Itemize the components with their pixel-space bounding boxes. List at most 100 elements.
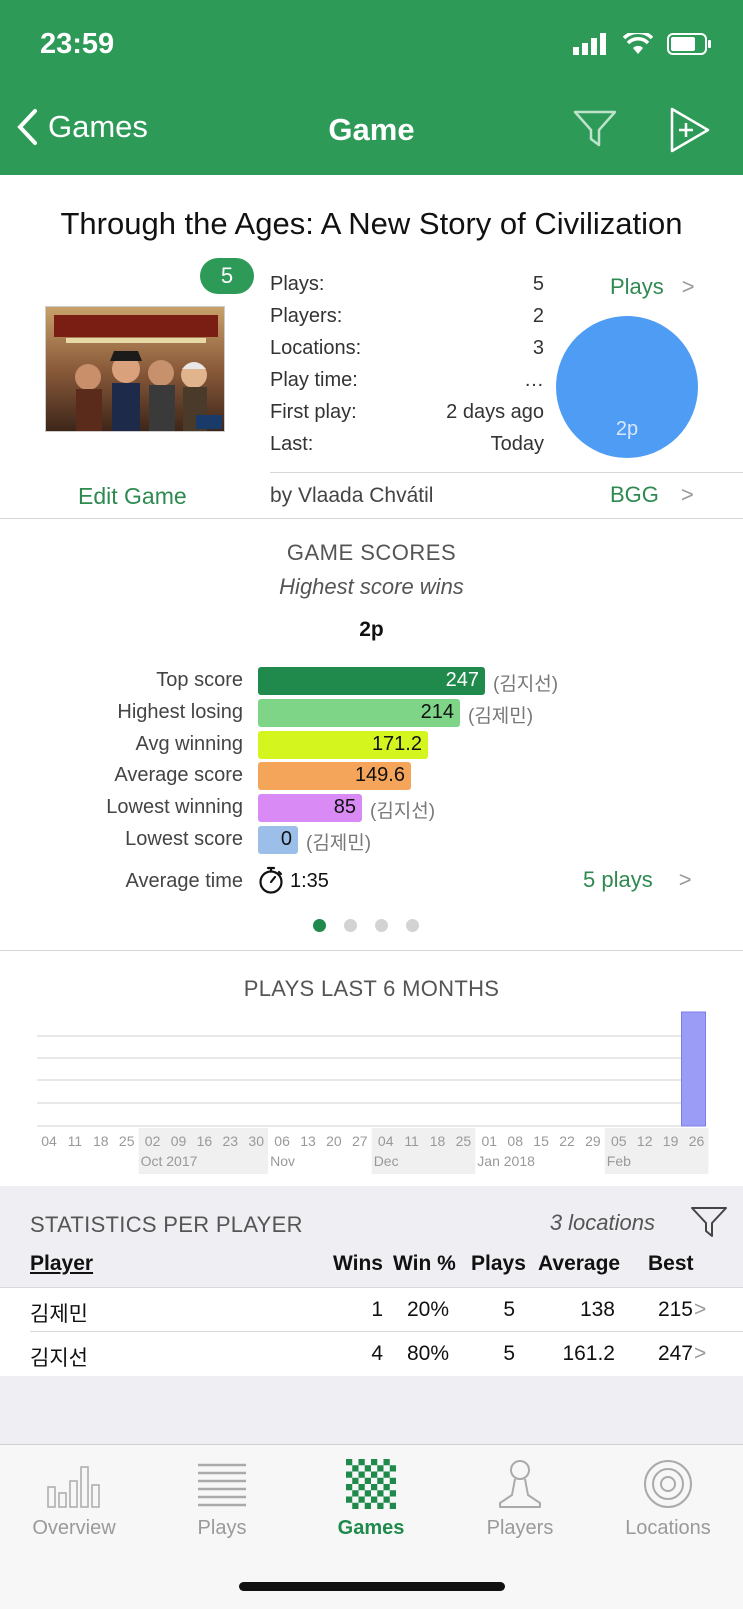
chart-tick-label: 18 xyxy=(430,1133,446,1149)
score-player: (김지선) xyxy=(493,674,559,695)
player-count-pie-chart[interactable]: 2p xyxy=(555,315,699,459)
scores-subtitle: Highest score wins xyxy=(279,574,464,599)
page-dot-3[interactable] xyxy=(375,919,388,932)
game-cover-image[interactable] xyxy=(45,306,225,432)
plays-badge: 5 xyxy=(200,258,254,294)
chart-tick-label: 29 xyxy=(585,1133,601,1149)
bgg-link[interactable]: BGG > xyxy=(610,482,694,508)
tab-label: Plays xyxy=(197,1517,247,1539)
col-average[interactable]: Average xyxy=(538,1252,620,1276)
tab-plays[interactable]: Plays xyxy=(148,1459,296,1540)
play-add-icon xyxy=(670,107,710,153)
stat-value: 2 xyxy=(532,305,544,327)
scores-title: GAME SCORES xyxy=(286,540,457,565)
stat-value: 3 xyxy=(532,337,544,359)
chart-tick-label: 23 xyxy=(223,1133,239,1149)
col-wins[interactable]: Wins xyxy=(333,1252,383,1276)
plays-link[interactable]: Plays > xyxy=(610,274,695,300)
page-indicator[interactable] xyxy=(313,919,419,932)
chart-tick-label: 06 xyxy=(274,1133,290,1149)
chevron-right-icon: > xyxy=(680,482,694,507)
target-icon xyxy=(644,1460,692,1508)
stats-filter-button[interactable] xyxy=(690,1205,728,1244)
stat-value: 5 xyxy=(532,273,544,295)
filter-icon xyxy=(573,110,617,147)
avg-time-label: Average time xyxy=(125,870,243,892)
col-best[interactable]: Best xyxy=(648,1252,694,1276)
col-win-pct[interactable]: Win % xyxy=(393,1252,456,1276)
signal-icon xyxy=(573,33,606,55)
back-button[interactable]: Games xyxy=(16,108,148,146)
score-row: Average score 149.6 xyxy=(0,762,743,790)
scores-player-count: 2p xyxy=(359,618,384,641)
page-dot-1[interactable] xyxy=(313,919,326,932)
battery-icon xyxy=(667,33,711,55)
chart-tick-label: 01 xyxy=(482,1133,498,1149)
page-dot-4[interactable] xyxy=(406,919,419,932)
edit-game-button[interactable]: Edit Game xyxy=(78,483,187,510)
designer-label: by Vlaada Chvátil xyxy=(270,484,434,507)
chart-tick-label: 12 xyxy=(637,1133,653,1149)
chart-tick-label: 27 xyxy=(352,1133,368,1149)
tab-players[interactable]: Players xyxy=(446,1459,594,1540)
chart-tick-label: 26 xyxy=(689,1133,705,1149)
pie-label: 2p xyxy=(616,418,638,440)
player-wins: 4 xyxy=(371,1342,383,1365)
player-plays: 5 xyxy=(503,1298,515,1321)
col-plays[interactable]: Plays xyxy=(471,1252,526,1276)
score-plays-link[interactable]: 5 plays > xyxy=(583,867,692,893)
tab-label: Locations xyxy=(625,1517,711,1539)
locations-filter-label: 3 locations xyxy=(549,1210,655,1235)
stat-row-locations: Locations: 3 xyxy=(270,337,544,369)
chart-tick-label: 02 xyxy=(145,1133,161,1149)
col-player[interactable]: Player xyxy=(30,1252,93,1276)
score-plays-label: 5 plays xyxy=(583,867,653,892)
stat-label: Last: xyxy=(270,433,314,455)
pawn-icon xyxy=(499,1459,541,1508)
section-divider xyxy=(0,518,743,519)
stat-value: 2 days ago xyxy=(446,401,544,423)
chart-month-label: Oct 2017 xyxy=(141,1153,198,1169)
player-win-pct: 80% xyxy=(406,1342,449,1365)
filter-button[interactable] xyxy=(572,108,618,153)
chart-tick-label: 18 xyxy=(93,1133,109,1149)
player-plays: 5 xyxy=(503,1342,515,1365)
bar-chart-icon xyxy=(47,1466,100,1508)
back-label: Games xyxy=(48,109,148,144)
score-value: 149.6 xyxy=(354,764,405,786)
page-dot-2[interactable] xyxy=(344,919,357,932)
score-player: (김제민) xyxy=(468,706,534,727)
chevron-left-icon xyxy=(17,109,37,145)
stat-row-plays: Plays: 5 xyxy=(270,273,544,305)
score-player: (김지선) xyxy=(370,801,436,822)
chart-tick-label: 13 xyxy=(300,1133,316,1149)
player-stats-header: Player Wins Win % Plays Average Best xyxy=(0,1252,743,1288)
stat-row-first-play: First play: 2 days ago xyxy=(270,401,544,433)
tab-label: Overview xyxy=(32,1517,116,1539)
player-average: 138 xyxy=(579,1298,615,1321)
status-time: 23:59 xyxy=(40,28,115,60)
add-play-button[interactable] xyxy=(668,106,712,159)
stat-label: First play: xyxy=(270,401,357,423)
player-best: 247 xyxy=(657,1342,693,1365)
score-bar: 214 xyxy=(258,699,460,727)
stat-label: Play time: xyxy=(270,369,358,391)
chart-tick-label: 15 xyxy=(533,1133,549,1149)
tab-games[interactable]: Games xyxy=(297,1459,445,1540)
stat-row-play-time: Play time:… xyxy=(270,369,544,401)
chart-tick-label: 04 xyxy=(41,1133,57,1149)
wifi-icon xyxy=(623,33,653,54)
chart-tick-label: 30 xyxy=(248,1133,264,1149)
tab-locations[interactable]: Locations xyxy=(594,1459,742,1540)
section-divider xyxy=(0,950,743,951)
bgg-link-label: BGG xyxy=(610,482,659,507)
table-row[interactable]: 김지선 4 80% 5 161.2 247 > xyxy=(0,1332,743,1376)
box-art xyxy=(46,307,224,431)
stat-value: Today xyxy=(490,433,544,455)
tab-overview[interactable]: Overview xyxy=(0,1459,148,1540)
checkerboard-icon xyxy=(346,1459,396,1509)
table-row[interactable]: 김제민 1 20% 5 138 215 > xyxy=(0,1288,743,1332)
score-row: Lowest score 0 (김제민) xyxy=(0,826,743,854)
chart-tick-label: 16 xyxy=(197,1133,213,1149)
score-bar: 171.2 xyxy=(258,731,428,759)
